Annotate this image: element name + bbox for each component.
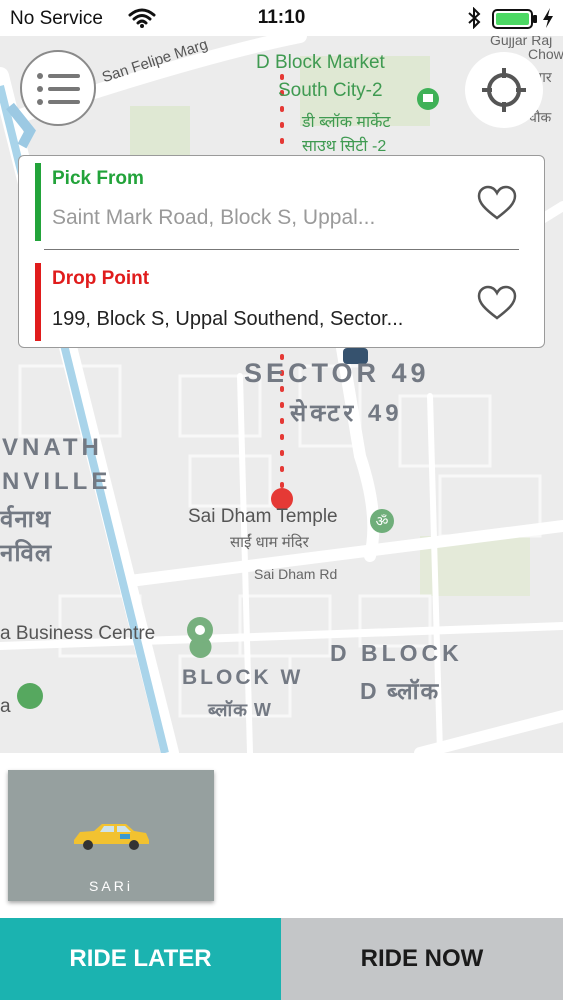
bluetooth-icon [468,7,481,29]
map-roads: ॐ [0,36,563,753]
map-label-d-block-market: D Block Market [256,52,385,73]
status-bar: No Service 11:10 [0,0,563,36]
vehicle-option-sari[interactable]: SARi [8,770,214,901]
battery-icon [492,9,537,29]
map-label-south-city-hi: साउथ सिटी -2 [302,138,387,155]
map-label-a: a [0,696,11,717]
drop-favorite-heart-icon[interactable] [477,285,517,321]
map-label-block-w-hi: ब्लॉक W [208,700,272,720]
map-label-sai-dham-rd: Sai Dham Rd [254,566,338,582]
map-label-business-centre: a Business Centre [0,623,156,644]
map-label-d-block: D BLOCK [330,640,463,666]
crosshair-icon [482,68,526,112]
menu-button[interactable] [20,50,96,126]
map-label-d-block-hi: D ब्लॉक [360,678,441,704]
map-label-d-block-market-hi: डी ब्लॉक मार्केट [302,114,391,131]
drop-title: Drop Point [52,268,150,289]
drop-address-field[interactable]: 199, Block S, Uppal Southend, Sector... [52,308,437,331]
map-label-nville: NVILLE [2,468,112,495]
map-label-sai-dham-temple-hi: साईं धाम मंदिर [230,534,309,551]
pickup-title: Pick From [52,168,144,189]
drop-indicator [35,263,41,341]
pickup-address-field[interactable]: Saint Mark Road, Block S, Uppal... [52,206,437,230]
address-divider [44,249,519,250]
ride-later-button[interactable]: RIDE LATER [0,918,281,1000]
vehicle-selection-panel: SARi [0,753,563,918]
map-label-nville-hi: नविल [0,540,53,567]
vehicle-name: SARi [89,878,133,894]
map-label-south-city: South City-2 [278,80,383,101]
map-label-block-w: BLOCK W [182,666,304,689]
ride-now-button[interactable]: RIDE NOW [281,918,563,1000]
bottom-action-bar: RIDE LATER RIDE NOW [0,918,563,1000]
map-label-vnath: VNATH [2,434,103,461]
taxi-icon [74,824,149,850]
pickup-indicator [35,163,41,241]
map-label-sector-49: SECTOR 49 [244,358,430,388]
charging-icon [543,8,553,28]
address-card: Pick From Saint Mark Road, Block S, Uppa… [18,155,545,348]
pickup-favorite-heart-icon[interactable] [477,185,517,221]
map-label-sector-49-hi: सेक्टर 49 [290,400,403,427]
map-label-sai-dham-temple: Sai Dham Temple [188,506,338,527]
svg-text:ॐ: ॐ [376,514,389,530]
current-location-button[interactable] [465,52,543,128]
map-label-vnath-hi: र्वनाथ [0,506,52,533]
map-view[interactable]: ॐ D Block Market South City-2 डी ब्लॉक म… [0,36,563,753]
